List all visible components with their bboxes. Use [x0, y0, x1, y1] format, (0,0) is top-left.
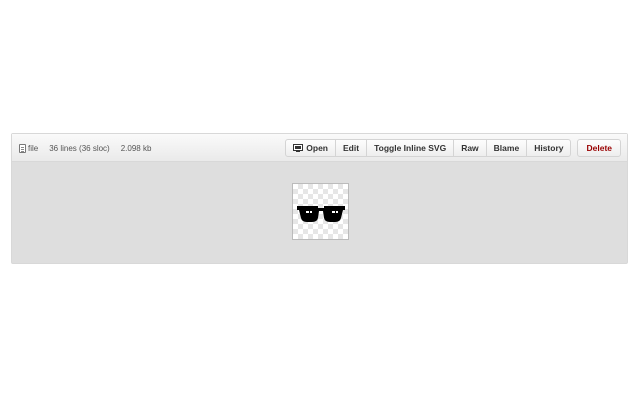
- edit-button[interactable]: Edit: [335, 140, 366, 156]
- file-header: file 36 lines (36 sloc) 2.098 kb Open Ed…: [12, 134, 627, 162]
- toggle-inline-svg-button[interactable]: Toggle Inline SVG: [366, 140, 453, 156]
- raw-button[interactable]: Raw: [453, 140, 485, 156]
- svg-image-preview: [292, 183, 349, 240]
- file-actions: Open Edit Toggle Inline SVG Raw Blame Hi…: [285, 139, 621, 157]
- file-action-button-group: Open Edit Toggle Inline SVG Raw Blame Hi…: [285, 139, 572, 157]
- history-button[interactable]: History: [526, 140, 570, 156]
- open-button[interactable]: Open: [286, 140, 335, 156]
- sunglasses-icon: [297, 206, 345, 222]
- blame-button[interactable]: Blame: [485, 140, 527, 156]
- file-info: file 36 lines (36 sloc) 2.098 kb: [19, 134, 151, 162]
- file-lines-count: 36 lines (36 sloc): [49, 143, 110, 153]
- delete-button[interactable]: Delete: [577, 139, 621, 157]
- file-icon: [19, 143, 26, 153]
- file-type-label: file: [28, 143, 39, 153]
- open-button-label: Open: [306, 143, 329, 153]
- file-size: 2.098 kb: [120, 143, 152, 153]
- file-box: file 36 lines (36 sloc) 2.098 kb Open Ed…: [11, 133, 628, 264]
- open-in-desktop-icon: [293, 144, 304, 152]
